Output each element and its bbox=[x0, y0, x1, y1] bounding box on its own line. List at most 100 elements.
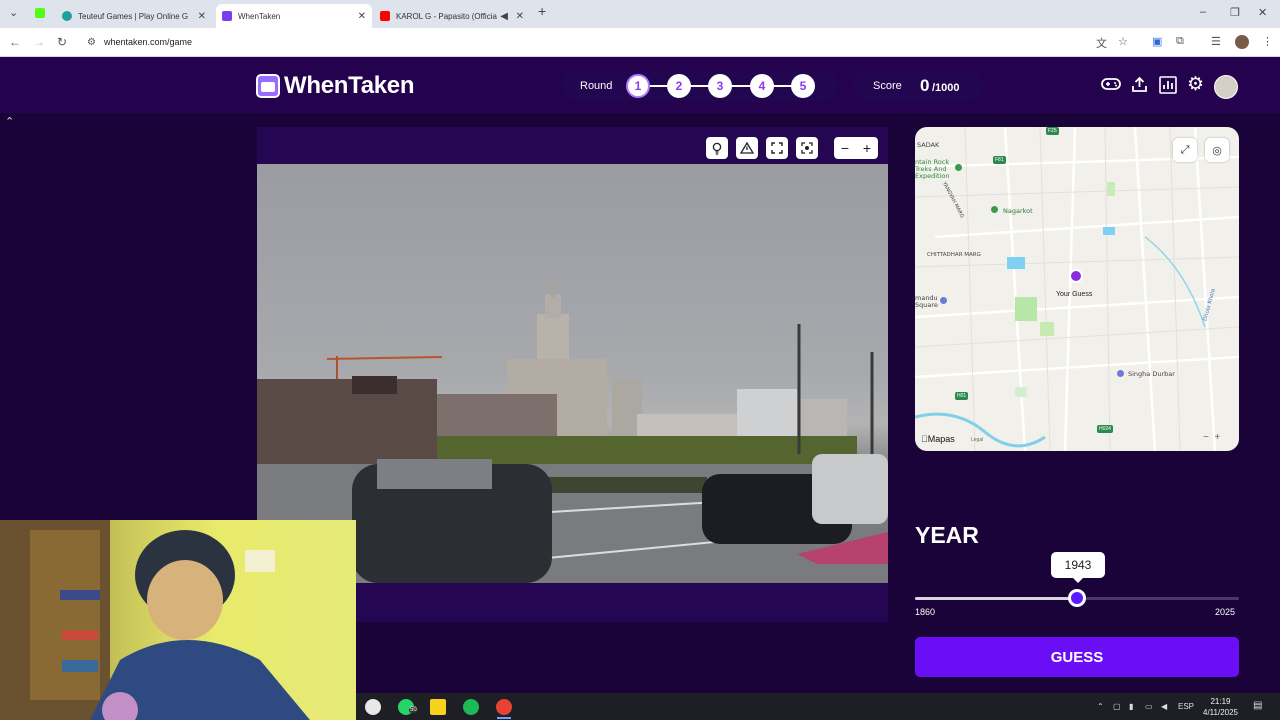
active-app-indicator bbox=[497, 717, 511, 719]
close-icon[interactable]: ✕ bbox=[358, 11, 366, 22]
year-slider-fill bbox=[915, 597, 1077, 600]
map-road-label: H024 bbox=[1097, 425, 1113, 433]
clock-date: 4/11/2025 bbox=[1203, 708, 1238, 717]
notification-icon[interactable]: ▤ bbox=[1253, 700, 1262, 711]
fullscreen-icon[interactable] bbox=[766, 137, 788, 159]
place-marker-icon bbox=[955, 164, 962, 171]
year-title: YEAR bbox=[915, 522, 979, 548]
map-road-label: F81 bbox=[993, 156, 1006, 164]
logo-text[interactable]: WhenTaken bbox=[284, 72, 415, 100]
user-avatar[interactable] bbox=[1214, 75, 1238, 99]
close-icon[interactable]: ✕ bbox=[198, 11, 206, 22]
back-icon[interactable]: ← bbox=[9, 35, 21, 49]
close-window-icon[interactable]: ✕ bbox=[1258, 6, 1267, 19]
map-legal-link[interactable]: Legal bbox=[971, 437, 983, 443]
close-icon[interactable]: ✕ bbox=[516, 11, 524, 22]
taskbar-clock[interactable]: 21:19 4/11/2025 bbox=[1203, 696, 1238, 718]
webcam-feed-illustration bbox=[0, 520, 310, 720]
tray-app-icon[interactable]: ▢ bbox=[1113, 702, 1121, 711]
place-marker-icon bbox=[940, 297, 947, 304]
place-marker-icon bbox=[1117, 370, 1124, 377]
menu-kebab-icon[interactable]: ⋮ bbox=[1262, 35, 1273, 48]
reload-icon[interactable]: ↻ bbox=[57, 35, 67, 49]
map-label: Expedition bbox=[915, 172, 950, 180]
guess-map[interactable]: ⤢ ◎ F25 F81 H01 H024 SADAK ntain Rock Tr… bbox=[915, 127, 1239, 451]
chatgpt-app-icon[interactable] bbox=[365, 699, 381, 715]
browser-profile-avatar[interactable] bbox=[1235, 35, 1249, 49]
year-value-bubble: 1943 bbox=[1051, 552, 1105, 583]
bookmark-star-icon[interactable]: ☆ bbox=[1118, 35, 1128, 48]
map-background bbox=[915, 127, 1239, 451]
guess-button[interactable]: GUESS bbox=[915, 637, 1239, 677]
round-dot-4: 4 bbox=[750, 74, 774, 98]
puzzle-icon[interactable]: ⧉ bbox=[1176, 35, 1184, 48]
forward-icon[interactable]: → bbox=[33, 35, 45, 49]
whatsapp-badge: 50 bbox=[409, 707, 418, 713]
year-min-label: 1860 bbox=[915, 607, 936, 617]
round-dot-2: 2 bbox=[667, 74, 691, 98]
spotify-app-icon[interactable] bbox=[463, 699, 479, 715]
guess-pin-label: Your Guess bbox=[1056, 291, 1093, 298]
tray-volume-icon[interactable]: ◀ bbox=[1161, 702, 1167, 711]
whentaken-logo-icon[interactable] bbox=[256, 74, 280, 98]
year-slider-thumb[interactable] bbox=[1068, 589, 1086, 607]
speaker-icon[interactable]: ◀ bbox=[500, 11, 508, 22]
new-tab-icon[interactable]: + bbox=[538, 3, 546, 19]
translate-icon[interactable]: 文 bbox=[1096, 35, 1107, 51]
apple-maps-logo: Mapas bbox=[921, 434, 955, 444]
map-recenter-icon[interactable]: ◎ bbox=[1205, 138, 1229, 162]
round-dot-5: 5 bbox=[791, 74, 815, 98]
share-upload-icon[interactable] bbox=[1131, 76, 1148, 98]
language-indicator[interactable]: ESP bbox=[1178, 702, 1194, 711]
round-label: Round bbox=[580, 80, 613, 92]
score-label: Score bbox=[873, 80, 902, 92]
zoom-out-icon[interactable]: − bbox=[834, 137, 856, 159]
score-max: /1000 bbox=[932, 82, 960, 94]
photo-zoom-controls: − + bbox=[834, 137, 878, 159]
address-bar: ← → ↻ ⚙ whentaken.com/game 文 ☆ ▣ ⧉ ☰ ⋮ bbox=[0, 28, 1280, 57]
place-marker-icon bbox=[991, 206, 998, 213]
tab-kick-favicon[interactable] bbox=[35, 8, 45, 18]
stats-chart-icon[interactable] bbox=[1159, 76, 1177, 99]
tab-title: WhenTaken bbox=[238, 11, 281, 21]
tab-whentaken[interactable]: WhenTaken ✕ bbox=[216, 4, 372, 28]
score-value: 0 bbox=[920, 76, 930, 95]
minimize-icon[interactable]: – bbox=[1200, 6, 1206, 18]
tray-overflow-icon[interactable]: ⌃ bbox=[1097, 702, 1104, 711]
globe-icon bbox=[62, 11, 72, 21]
report-warning-icon[interactable] bbox=[736, 137, 758, 159]
round-dot-3: 3 bbox=[708, 74, 732, 98]
tab-youtube[interactable]: KAROL G - Papasito (Officia ◀ ✕ bbox=[374, 4, 530, 28]
guess-pin-icon[interactable] bbox=[1069, 269, 1083, 283]
map-label: CHITTADHAR MARG bbox=[927, 252, 981, 258]
maps-logo-text: Mapas bbox=[921, 434, 955, 444]
collapse-chevron-icon[interactable]: ⌃ bbox=[5, 115, 14, 128]
clock-time: 21:19 bbox=[1210, 697, 1231, 706]
whentaken-favicon-icon bbox=[222, 11, 232, 21]
map-expand-icon[interactable]: ⤢ bbox=[1173, 138, 1197, 162]
tab-teuteuf[interactable]: Teuteuf Games | Play Online G ✕ bbox=[56, 4, 212, 28]
focus-recenter-icon[interactable] bbox=[796, 137, 818, 159]
tab-search-icon[interactable]: ⌄ bbox=[9, 6, 18, 19]
zoom-in-icon[interactable]: + bbox=[856, 137, 878, 159]
maximize-icon[interactable]: ❐ bbox=[1230, 6, 1240, 19]
year-max-label: 2025 bbox=[1215, 607, 1236, 617]
webcam-overlay bbox=[0, 520, 356, 720]
map-label: Nagarkot bbox=[1003, 207, 1033, 215]
sticky-notes-app-icon[interactable] bbox=[430, 699, 446, 715]
url-field[interactable]: whentaken.com/game bbox=[104, 37, 192, 47]
extension-icon[interactable]: ▣ bbox=[1152, 35, 1162, 48]
map-label: Square bbox=[915, 301, 938, 309]
reading-list-icon[interactable]: ☰ bbox=[1211, 35, 1221, 48]
map-road-label: F25 bbox=[1046, 127, 1059, 135]
tray-network-icon[interactable]: ▭ bbox=[1145, 702, 1153, 711]
site-info-icon[interactable]: ⚙ bbox=[87, 37, 96, 48]
settings-gear-icon[interactable]: ⚙ bbox=[1187, 73, 1204, 96]
chrome-app-icon[interactable] bbox=[496, 699, 512, 715]
gamepad-icon[interactable] bbox=[1101, 76, 1121, 97]
tray-mic-icon[interactable]: ▮ bbox=[1129, 702, 1133, 711]
map-zoom-controls[interactable]: − + bbox=[1203, 432, 1220, 443]
hint-lightbulb-icon[interactable] bbox=[706, 137, 728, 159]
tab-title: KAROL G - Papasito (Officia bbox=[396, 11, 497, 21]
photo-controls bbox=[706, 137, 818, 161]
